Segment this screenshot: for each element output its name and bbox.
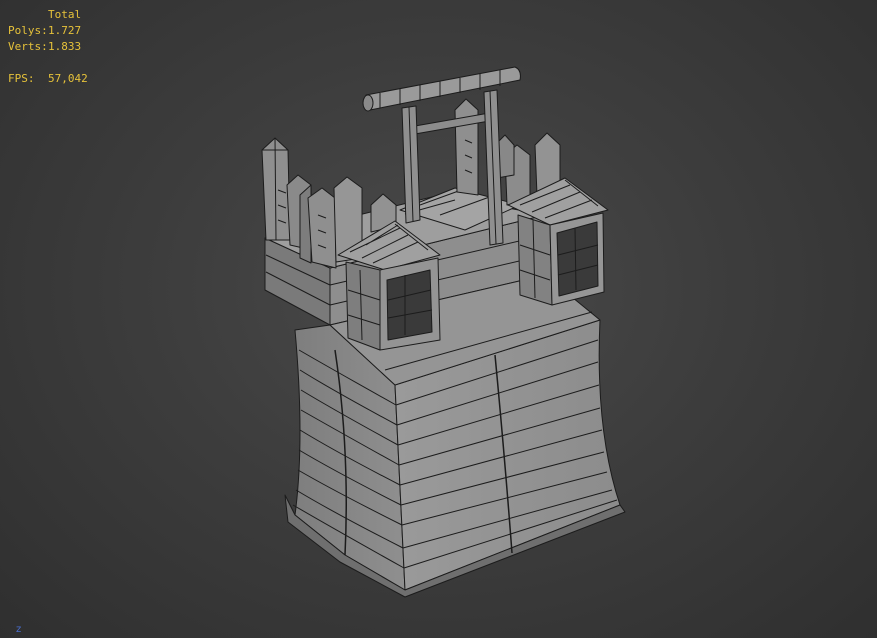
axis-gizmo-label: z bbox=[16, 624, 22, 635]
tower-mesh-viewport[interactable] bbox=[0, 0, 877, 638]
